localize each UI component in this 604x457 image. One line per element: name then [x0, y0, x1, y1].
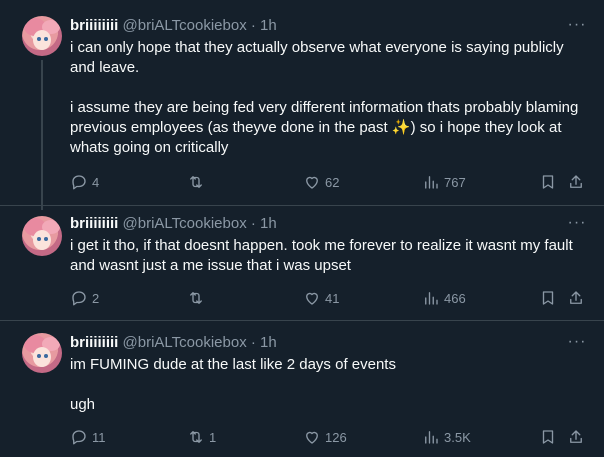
thread-line: [41, 60, 43, 210]
sparkles-emoji: ✨: [391, 119, 411, 136]
views-icon: [425, 431, 438, 444]
tweet-text: i get it tho, if that doesnt happen. too…: [70, 236, 590, 276]
timestamp[interactable]: 1h: [260, 17, 277, 34]
separator: ·: [246, 334, 261, 351]
like-icon: [306, 292, 318, 305]
timestamp[interactable]: 1h: [260, 215, 277, 232]
tweet[interactable]: briiiiiiii @briALTcookiebox · 1h ··· i c…: [0, 0, 604, 210]
views-button[interactable]: 466: [422, 288, 466, 308]
bookmark-icon: [542, 175, 554, 189]
username[interactable]: @briALTcookiebox: [123, 17, 247, 34]
bookmark-button[interactable]: [539, 172, 557, 192]
tweet-actions: 11 1 126 3.5K: [70, 427, 590, 447]
more-options-icon[interactable]: ···: [566, 17, 588, 38]
reply-button[interactable]: 2: [70, 288, 99, 308]
share-icon: [570, 430, 582, 443]
like-icon: [306, 176, 318, 189]
separator: ·: [246, 17, 261, 34]
bookmark-button[interactable]: [539, 427, 557, 447]
tweet-header: briiiiiiii @briALTcookiebox · 1h: [70, 333, 277, 353]
display-name[interactable]: briiiiiiii: [70, 215, 118, 232]
bookmark-icon: [542, 430, 554, 444]
tweet-text: im FUMING dude at the last like 2 days o…: [70, 355, 590, 415]
bookmark-button[interactable]: [539, 288, 557, 308]
tweet-text: i can only hope that they actually obser…: [70, 38, 590, 158]
timeline-feed: briiiiiiii @briALTcookiebox · 1h ··· i c…: [0, 0, 604, 457]
reply-count: 2: [92, 290, 100, 306]
views-icon: [425, 292, 438, 305]
views-count: 466: [444, 290, 466, 306]
reply-button[interactable]: 4: [70, 172, 99, 192]
display-name[interactable]: briiiiiiii: [70, 17, 118, 34]
username[interactable]: @briALTcookiebox: [123, 334, 247, 351]
like-button[interactable]: 41: [303, 288, 339, 308]
like-icon: [306, 431, 318, 444]
retweet-icon: [190, 176, 202, 188]
views-icon: [425, 176, 438, 189]
more-options-icon[interactable]: ···: [566, 215, 588, 236]
like-count: 126: [325, 429, 347, 445]
username[interactable]: @briALTcookiebox: [123, 215, 247, 232]
display-name[interactable]: briiiiiiii: [70, 334, 118, 351]
reply-icon: [72, 430, 86, 445]
bookmark-icon: [542, 291, 554, 305]
share-icon: [570, 175, 582, 188]
like-count: 62: [325, 174, 340, 190]
share-icon: [570, 291, 582, 304]
share-button[interactable]: [567, 427, 585, 447]
share-button[interactable]: [567, 288, 585, 308]
avatar[interactable]: [22, 216, 62, 256]
retweet-button[interactable]: [187, 288, 209, 308]
tweet-header: briiiiiiii @briALTcookiebox · 1h: [70, 214, 277, 234]
views-count: 767: [444, 174, 466, 190]
like-button[interactable]: 62: [303, 172, 339, 192]
retweet-button[interactable]: 1: [187, 427, 216, 447]
share-button[interactable]: [567, 172, 585, 192]
like-count: 41: [325, 290, 340, 306]
views-count: 3.5K: [444, 429, 471, 445]
tweet-actions: 2 41 466: [70, 288, 590, 308]
tweet[interactable]: briiiiiiii @briALTcookiebox · 1h ··· i g…: [0, 206, 604, 320]
timestamp[interactable]: 1h: [260, 334, 277, 351]
tweet-paragraph: im FUMING dude at the last like 2 days o…: [70, 356, 396, 373]
reply-count: 4: [92, 174, 100, 190]
avatar[interactable]: [22, 16, 62, 56]
tweet-paragraph: i get it tho, if that doesnt happen. too…: [70, 237, 573, 274]
retweet-icon: [190, 431, 202, 443]
reply-count: 11: [92, 429, 106, 445]
avatar[interactable]: [22, 333, 62, 373]
separator: ·: [246, 215, 261, 232]
retweet-count: 1: [209, 429, 217, 445]
tweet-actions: 4 62 767: [70, 172, 590, 192]
views-button[interactable]: 3.5K: [422, 427, 471, 447]
tweet-header: briiiiiiii @briALTcookiebox · 1h: [70, 16, 277, 36]
more-options-icon[interactable]: ···: [566, 334, 588, 355]
reply-button[interactable]: 11: [70, 427, 106, 447]
tweet-paragraph: i can only hope that they actually obser…: [70, 39, 564, 76]
views-button[interactable]: 767: [422, 172, 466, 192]
retweet-button[interactable]: [187, 172, 209, 192]
reply-icon: [72, 175, 86, 190]
like-button[interactable]: 126: [303, 427, 347, 447]
retweet-icon: [190, 292, 202, 304]
reply-icon: [72, 291, 86, 306]
tweet-paragraph: i assume they are being fed very differe…: [70, 99, 579, 156]
tweet[interactable]: briiiiiiii @briALTcookiebox · 1h ··· im …: [0, 321, 604, 457]
tweet-paragraph: ugh: [70, 396, 96, 413]
